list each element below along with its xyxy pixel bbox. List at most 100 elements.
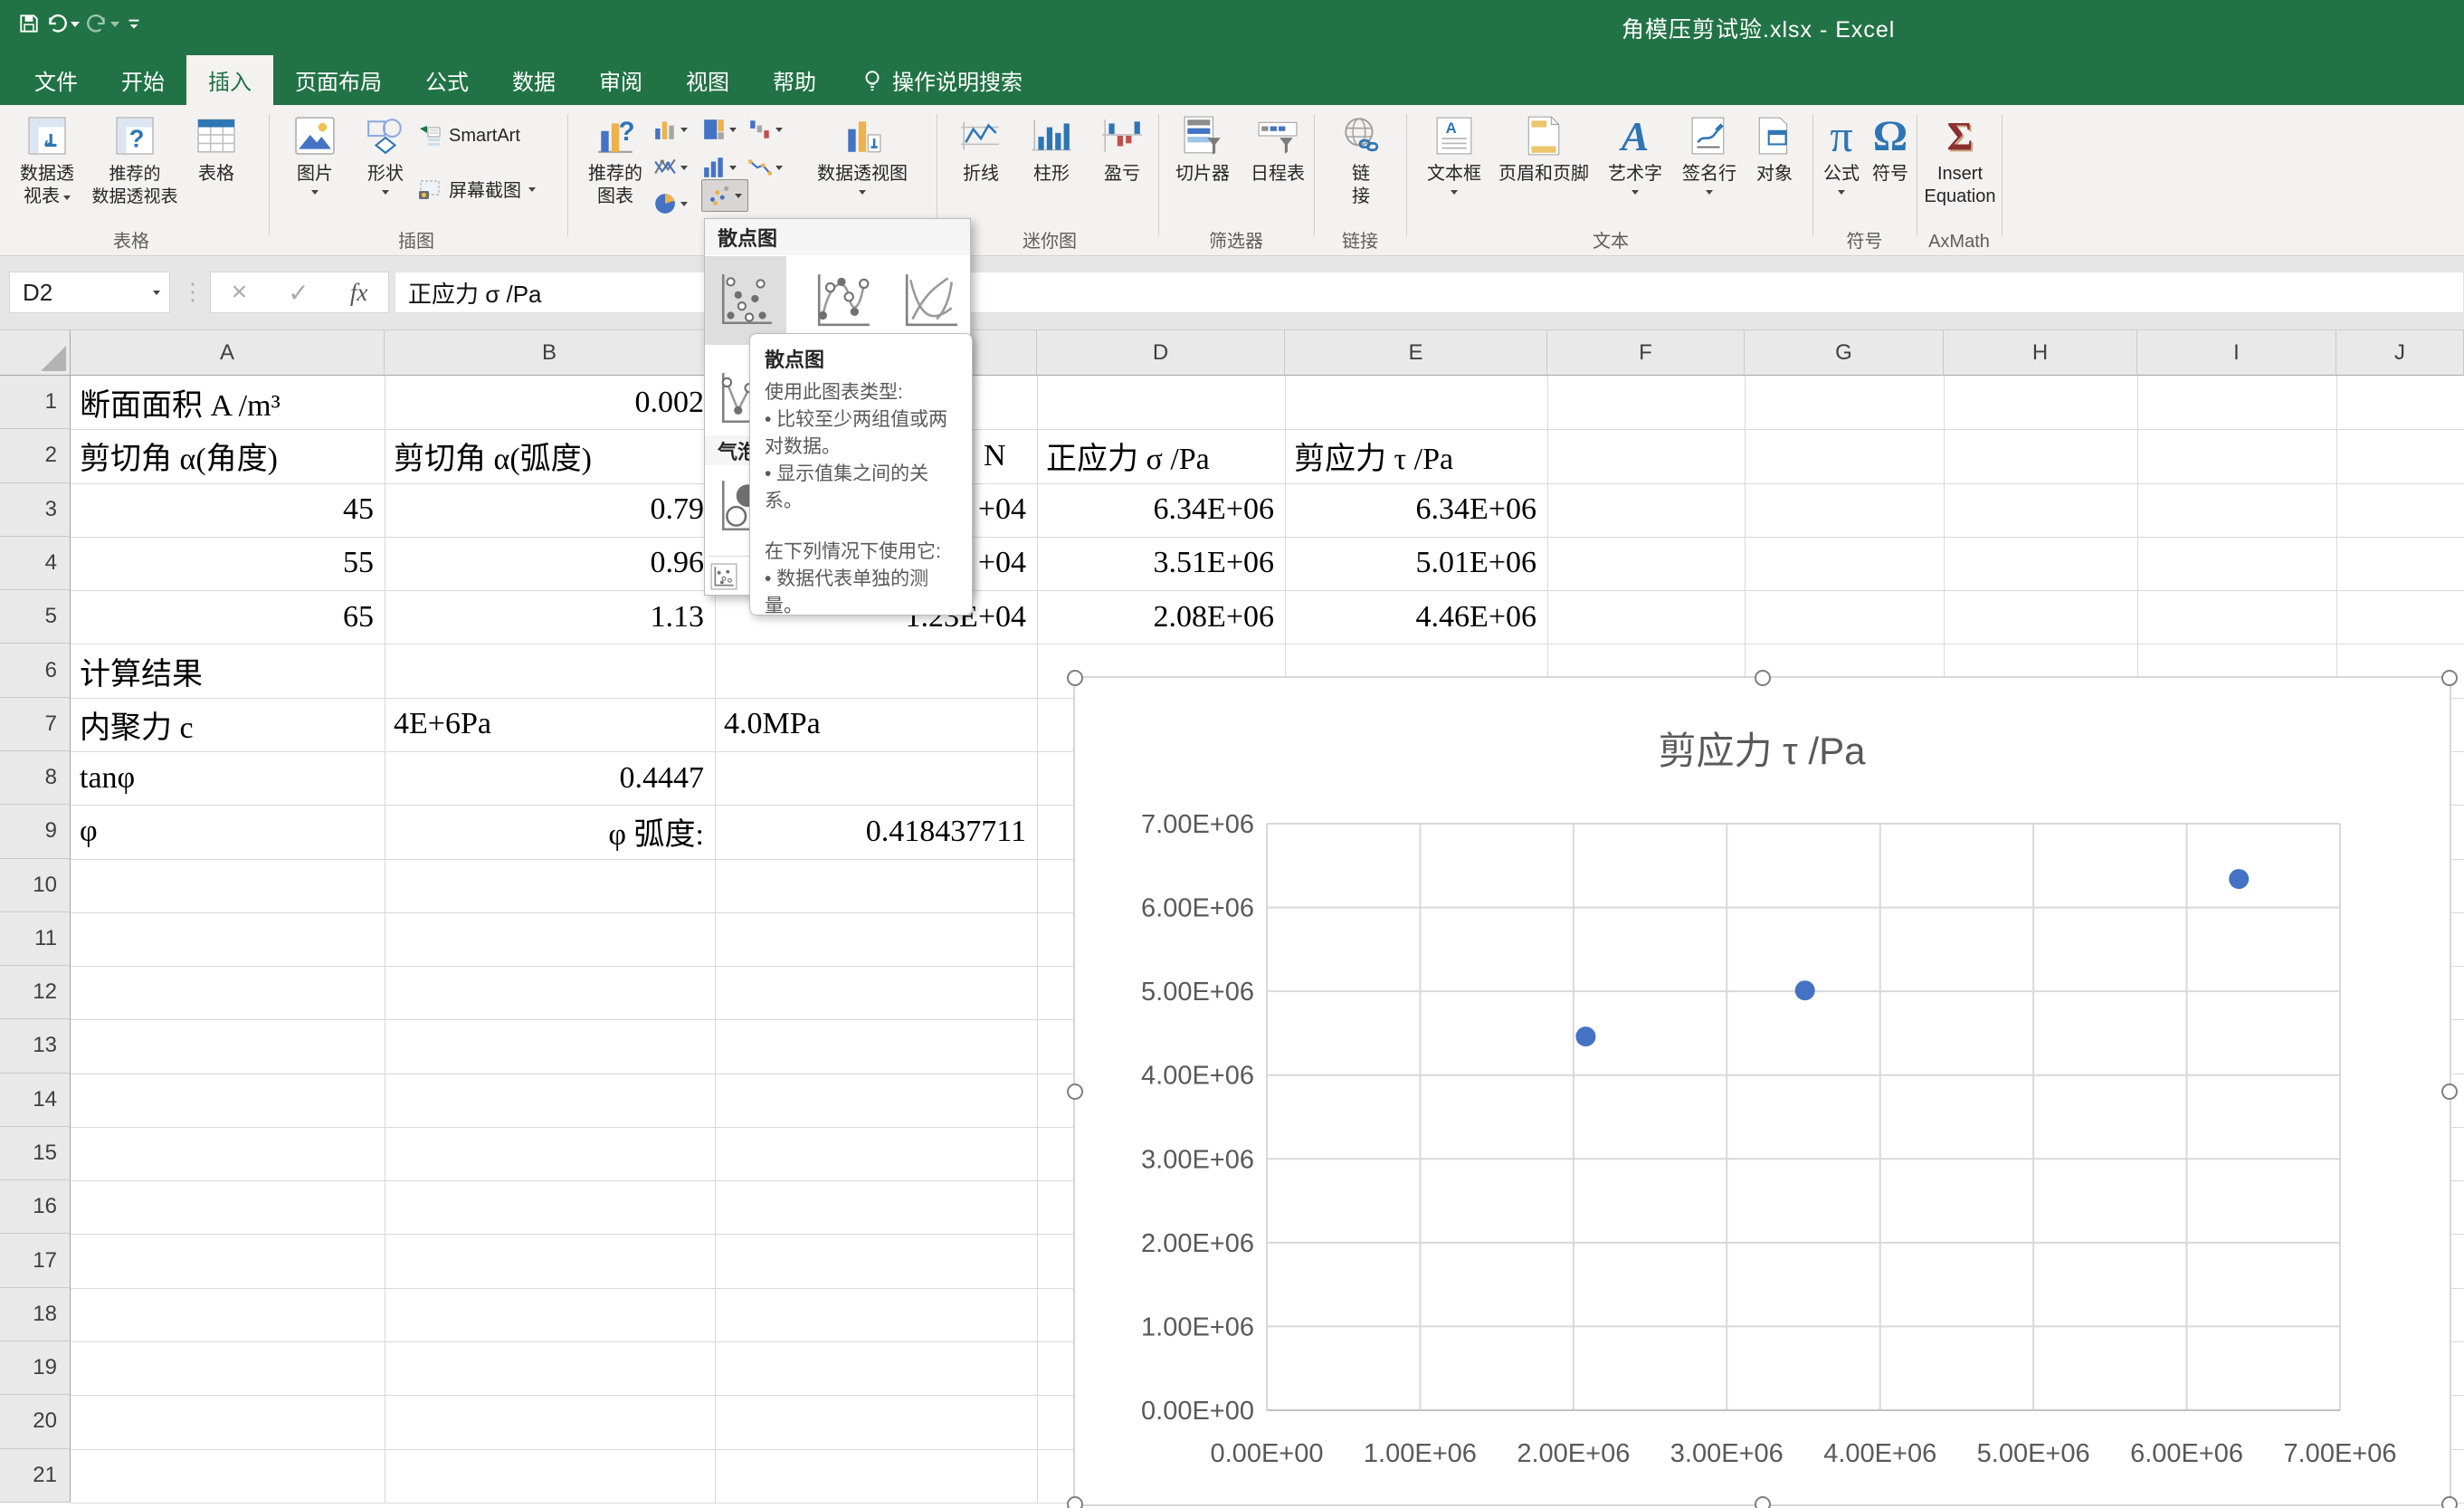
row-header-6[interactable]: 6 <box>0 644 71 697</box>
cell-B9[interactable]: φ 弧度: <box>385 805 715 858</box>
cell-C2[interactable]: N <box>975 429 1006 482</box>
cell-A4[interactable]: 55 <box>71 537 385 590</box>
chart-selection-handle[interactable] <box>1755 1496 1771 1508</box>
cell-B3[interactable]: 0.79 <box>385 483 715 537</box>
name-box[interactable]: D2 <box>9 272 170 313</box>
row-header-19[interactable]: 19 <box>0 1341 71 1395</box>
equation-button[interactable]: π 公式 <box>1817 112 1866 198</box>
recommended-pivottables-button[interactable]: ? 推荐的 数据透视表 <box>89 112 181 208</box>
cell-B4[interactable]: 0.96 <box>385 537 715 590</box>
slicer-button[interactable]: 切片器 <box>1167 112 1238 186</box>
cell-B7[interactable]: 4E+6Pa <box>385 698 715 751</box>
cell-B2[interactable]: 剪切角 α(弧度) <box>385 429 715 482</box>
row-header-5[interactable]: 5 <box>0 590 71 644</box>
row-header-4[interactable]: 4 <box>0 537 71 590</box>
column-header-D[interactable]: D <box>1037 330 1285 376</box>
cell-D3[interactable]: 6.34E+06 <box>1037 483 1285 537</box>
tab-1[interactable]: 开始 <box>100 55 186 105</box>
tell-me-search[interactable]: 操作说明搜索 <box>861 55 1023 105</box>
row-header-9[interactable]: 9 <box>0 805 71 858</box>
embedded-scatter-chart[interactable]: 0.00E+001.00E+062.00E+063.00E+064.00E+06… <box>1073 676 2451 1506</box>
link-button[interactable]: 链 接 <box>1337 112 1384 208</box>
chart-selection-handle[interactable] <box>1067 1496 1083 1508</box>
pivotchart-button[interactable]: 数据透视图 <box>801 112 924 198</box>
gallery-item-scatter-smooth-markers[interactable] <box>803 256 884 345</box>
column-header-I[interactable]: I <box>2137 330 2336 376</box>
sparkline-line-button[interactable]: 折线 <box>948 112 1013 186</box>
chart-selection-handle[interactable] <box>2441 1496 2458 1508</box>
row-header-20[interactable]: 20 <box>0 1395 71 1448</box>
row-header-21[interactable]: 21 <box>0 1449 71 1503</box>
tab-8[interactable]: 帮助 <box>751 55 838 105</box>
combo-chart-button[interactable] <box>748 156 783 179</box>
cell-C7[interactable]: 4.0MPa <box>715 698 1037 751</box>
wordart-button[interactable]: A 艺术字 <box>1600 112 1670 198</box>
tab-0[interactable]: 文件 <box>13 55 100 105</box>
tab-4[interactable]: 公式 <box>404 55 490 105</box>
cancel-button[interactable]: × <box>232 277 248 308</box>
chart-selection-handle[interactable] <box>1755 670 1771 686</box>
cell-E2[interactable]: 剪应力 τ /Pa <box>1285 429 1547 482</box>
insert-equation-button[interactable]: Σ Insert Equation <box>1922 112 1998 208</box>
sparkline-winloss-button[interactable]: 盈亏 <box>1089 112 1155 186</box>
row-header-11[interactable]: 11 <box>0 912 71 966</box>
row-header-1[interactable]: 1 <box>0 376 71 429</box>
row-header-12[interactable]: 12 <box>0 966 71 1019</box>
row-header-7[interactable]: 7 <box>0 698 71 751</box>
textbox-button[interactable]: A 文本框 <box>1419 112 1489 198</box>
waterfall-chart-button[interactable] <box>748 118 783 141</box>
header-footer-button[interactable]: 页眉和页脚 <box>1493 112 1594 186</box>
column-header-H[interactable]: H <box>1944 330 2137 376</box>
insert-function-button[interactable]: fx <box>350 279 368 307</box>
tab-3[interactable]: 页面布局 <box>273 55 404 105</box>
row-header-17[interactable]: 17 <box>0 1234 71 1287</box>
pictures-button[interactable]: 图片 <box>282 112 347 198</box>
gallery-item-scatter-smooth[interactable] <box>890 256 972 345</box>
row-header-10[interactable]: 10 <box>0 859 71 912</box>
cell-D4[interactable]: 3.51E+06 <box>1037 537 1285 590</box>
symbol-button[interactable]: Ω 符号 <box>1866 112 1915 186</box>
row-header-8[interactable]: 8 <box>0 751 71 805</box>
scatter-chart-button[interactable] <box>701 179 748 212</box>
cell-E4[interactable]: 5.01E+06 <box>1285 537 1547 590</box>
recommended-charts-button[interactable]: ? 推荐的 图表 <box>576 112 654 208</box>
enter-button[interactable]: ✓ <box>288 278 309 308</box>
cell-A3[interactable]: 45 <box>71 483 385 537</box>
cell-A2[interactable]: 剪切角 α(角度) <box>71 429 385 482</box>
column-chart-button[interactable] <box>653 118 688 141</box>
column-header-A[interactable]: A <box>71 330 385 376</box>
tab-6[interactable]: 审阅 <box>577 55 664 105</box>
row-header-3[interactable]: 3 <box>0 483 71 537</box>
shapes-button[interactable]: 形状 <box>353 112 418 198</box>
hierarchy-chart-button[interactable] <box>702 118 737 141</box>
object-button[interactable]: 对象 <box>1746 112 1803 186</box>
cell-B1[interactable]: 0.002 <box>385 376 715 429</box>
row-header-13[interactable]: 13 <box>0 1019 71 1073</box>
sparkline-column-button[interactable]: 柱形 <box>1019 112 1084 186</box>
signature-line-button[interactable]: 签名行 <box>1674 112 1745 198</box>
more-scatter-charts-item[interactable] <box>710 563 737 595</box>
bar-chart-button[interactable] <box>702 156 737 179</box>
chart-selection-handle[interactable] <box>1067 1083 1083 1100</box>
row-header-2[interactable]: 2 <box>0 429 71 482</box>
pivottable-button[interactable]: 数据透 视表 <box>9 112 85 208</box>
table-button[interactable]: 表格 <box>185 112 248 186</box>
cell-B8[interactable]: 0.4447 <box>385 751 715 805</box>
undo-button[interactable] <box>45 13 80 34</box>
gallery-item-scatter[interactable] <box>705 256 786 345</box>
cell-E3[interactable]: 6.34E+06 <box>1285 483 1547 537</box>
timeline-button[interactable]: 日程表 <box>1242 112 1314 186</box>
cell-B5[interactable]: 1.13 <box>385 590 715 644</box>
cell-E5[interactable]: 4.46E+06 <box>1285 590 1547 644</box>
cell-C9[interactable]: 0.418437711 <box>715 805 1037 858</box>
cell-A8[interactable]: tanφ <box>71 751 385 805</box>
redo-button[interactable] <box>85 13 119 34</box>
cell-A6[interactable]: 计算结果 <box>71 644 385 697</box>
column-header-J[interactable]: J <box>2336 330 2464 376</box>
row-header-18[interactable]: 18 <box>0 1288 71 1341</box>
cell-A9[interactable]: φ <box>71 805 385 858</box>
column-header-E[interactable]: E <box>1285 330 1547 376</box>
tab-5[interactable]: 数据 <box>490 55 577 105</box>
column-header-B[interactable]: B <box>385 330 715 376</box>
chart-selection-handle[interactable] <box>1067 670 1083 686</box>
